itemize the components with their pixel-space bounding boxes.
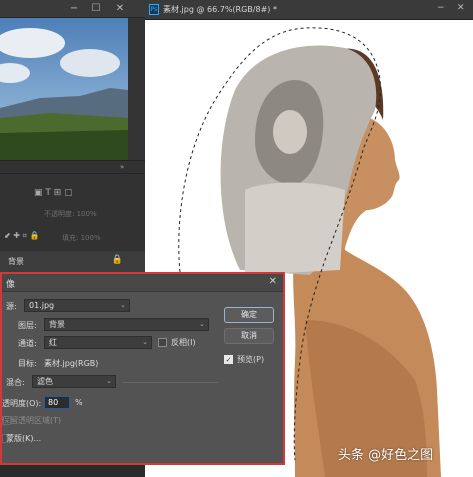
source-label: 源: [6,302,17,311]
navigator-thumbnail[interactable] [0,18,128,160]
layer-select[interactable]: 背景 ⌄ [44,318,209,331]
minimize-icon[interactable]: − [68,3,80,15]
preview-checkbox[interactable]: ✓ [224,355,233,364]
lock-icons[interactable]: ⬋ ✚ ⌗ 🔒 [4,231,40,241]
divider [122,382,218,383]
close-icon[interactable]: ✕ [269,276,277,287]
source-select[interactable]: 01.jpg ⌄ [24,299,130,312]
channel-select[interactable]: 红 ⌄ [44,336,152,349]
invert-label: 反相(I) [171,338,196,347]
document-title: 素材.jpg @ 66.7%(RGB/8#) * [163,5,277,14]
photoshop-icon: Ps [149,4,159,15]
invert-checkbox[interactable] [158,338,167,347]
opacity-field[interactable]: 不透明度: 100% [44,209,97,219]
watermark: 头条 @好色之图 [338,448,434,463]
ok-button[interactable]: 确定 [224,307,274,323]
layer-label: 图层: [18,321,37,330]
chevron-down-icon: ⌄ [106,377,112,385]
target-label: 目标: [18,359,37,368]
preserve-transparency-label: 保留透明区域(T) [2,416,62,425]
blending-select[interactable]: 滤色 ⌄ [32,375,116,388]
panel-collapse-icon[interactable]: » [120,163,124,171]
layer-name: 背景 [8,257,24,266]
minimize-icon[interactable]: − [437,3,445,13]
layer-row-background[interactable]: 背景 🔒 [0,251,145,273]
cancel-button[interactable]: 取消 [224,328,274,344]
chevron-down-icon: ⌄ [199,320,205,328]
close-icon[interactable]: ✕ [114,3,126,15]
navigator-panel: − ☐ ✕ [0,0,145,165]
opacity-input[interactable]: 80 [44,396,70,409]
preview-label: 预览(P) [237,355,265,364]
target-value: 素材.jpg(RGB) [44,359,99,368]
chevron-down-icon: ⌄ [142,338,148,346]
channel-label: 通道: [18,339,37,348]
close-icon[interactable]: ✕ [457,3,465,13]
layers-panel: » ▣ T ⊞ ▢ 不透明度: 100% ⬋ ✚ ⌗ 🔒 填充: 100% 背景… [0,160,145,273]
mask-label[interactable]: 蒙版(K)... [6,433,41,444]
fill-field[interactable]: 填充: 100% [62,233,101,243]
apply-image-dialog: 像 ✕ 源: 01.jpg ⌄ 图层: 背景 ⌄ 通道: 红 ⌄ 反相(I) 目标: … [0,272,285,465]
filter-icons[interactable]: ▣ T ⊞ ▢ [34,188,73,198]
divider [0,173,145,174]
maximize-icon[interactable]: ☐ [90,3,102,15]
document-tab[interactable]: Ps 素材.jpg @ 66.7%(RGB/8#) * − ✕ [145,0,473,20]
dialog-titlebar: 像 ✕ [2,274,283,292]
opacity-label: 透明度(O): [2,399,42,408]
lock-icon: 🔒 [111,255,123,265]
opacity-unit: % [75,398,83,407]
blending-label: 混合: [6,378,25,387]
dialog-title: 像 [6,280,16,290]
navigator-titlebar: − ☐ ✕ [0,0,145,18]
chevron-down-icon: ⌄ [120,301,126,309]
